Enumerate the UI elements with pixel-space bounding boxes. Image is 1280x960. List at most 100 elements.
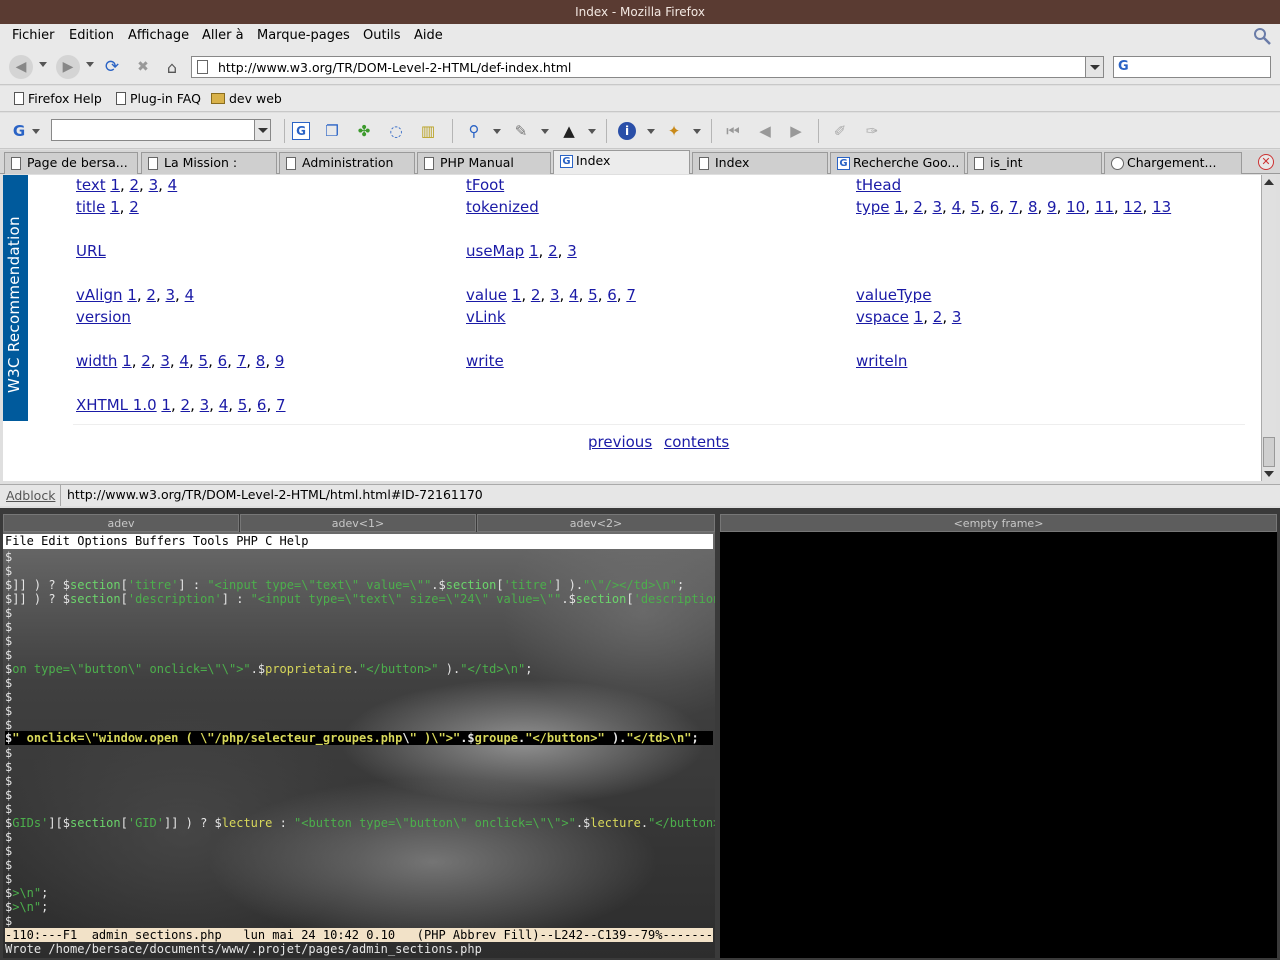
index-ref-link[interactable]: 2 [129,198,139,216]
index-ref-link[interactable]: 4 [219,396,229,414]
index-ref-link[interactable]: 1 [161,396,171,414]
index-term-link[interactable]: vspace [856,308,909,326]
index-ref-link[interactable]: 4 [569,286,579,304]
tab-index-active[interactable]: G Index [553,150,690,174]
terminal-tab-adev-2[interactable]: adev<2> [477,514,715,532]
index-term-link[interactable]: XHTML 1.0 [76,396,157,414]
index-ref-link[interactable]: 12 [1123,198,1142,216]
index-ref-link[interactable]: 5 [199,352,209,370]
index-ref-link[interactable]: 1 [894,198,904,216]
pen-icon[interactable]: ✐ [831,122,849,140]
back-history-dropdown[interactable] [39,62,47,67]
index-ref-link[interactable]: 1 [110,198,120,216]
adblock-button[interactable]: Adblock [6,488,55,503]
index-term-link[interactable]: title [76,198,105,216]
google-toolbar-search-input[interactable] [51,119,271,141]
previous-link[interactable]: previous [588,433,652,451]
clover-icon[interactable]: ✤ [355,122,373,140]
index-ref-link[interactable]: 1 [127,286,137,304]
index-ref-link[interactable]: 7 [626,286,636,304]
index-ref-link[interactable]: 11 [1095,198,1114,216]
home-icon[interactable]: ⌂ [160,55,184,79]
index-term-link[interactable]: writeln [856,352,907,370]
index-ref-link[interactable]: 3 [165,286,175,304]
index-ref-link[interactable]: 2 [548,242,558,260]
index-term-link[interactable]: valueType [856,286,931,304]
scrollbar-thumb[interactable] [1263,437,1275,467]
index-term-link[interactable]: tHead [856,176,901,194]
bookmark-firefox-help[interactable]: Firefox Help [14,91,102,106]
index-ref-link[interactable]: 1 [110,176,120,194]
menu-aller-a[interactable]: Aller à [202,28,244,43]
index-ref-link[interactable]: 2 [146,286,156,304]
index-term-link[interactable]: URL [76,242,106,260]
index-ref-link[interactable]: 4 [168,176,178,194]
index-term-link[interactable]: vLink [466,308,506,326]
open-folder-icon[interactable]: ✦ [665,122,683,140]
first-page-icon[interactable]: ⏮ [724,122,742,140]
index-ref-link[interactable]: 1 [122,352,132,370]
index-term-link[interactable]: width [76,352,117,370]
index-term-link[interactable]: version [76,308,131,326]
tab-page-de-bersace[interactable]: Page de bersa... [4,152,138,174]
index-ref-link[interactable]: 8 [1028,198,1038,216]
index-ref-link[interactable]: 4 [179,352,189,370]
tab-la-mission[interactable]: La Mission : [141,152,277,174]
tab-index[interactable]: Index [692,152,828,174]
cap-dropdown[interactable] [588,129,596,134]
index-ref-link[interactable]: 3 [550,286,560,304]
emacs-editor[interactable]: File Edit Options Buffers Tools PHP C He… [3,532,715,958]
terminal-tab-adev[interactable]: adev [3,514,239,532]
index-ref-link[interactable]: 3 [567,242,577,260]
index-ref-link[interactable]: 6 [257,396,267,414]
index-ref-link[interactable]: 5 [238,396,248,414]
index-ref-link[interactable]: 13 [1152,198,1171,216]
next-page-icon[interactable]: ▶ [787,122,805,140]
tab-recherche-google[interactable]: G Recherche Goo... [830,152,965,174]
index-ref-link[interactable]: 3 [200,396,210,414]
index-term-link[interactable]: useMap [466,242,524,260]
index-ref-link[interactable]: 7 [1009,198,1019,216]
google-search-icon[interactable]: G [1118,59,1129,74]
info-dropdown[interactable] [647,129,655,134]
index-ref-link[interactable]: 2 [129,176,139,194]
index-ref-link[interactable]: 8 [256,352,266,370]
index-term-link[interactable]: write [466,352,504,370]
index-ref-link[interactable]: 2 [933,308,943,326]
scroll-down-arrow-icon[interactable] [1264,471,1274,477]
index-term-link[interactable]: vAlign [76,286,123,304]
search-history-dropdown[interactable] [254,120,270,140]
highlighter-dropdown[interactable] [541,129,549,134]
index-term-link[interactable]: text [76,176,106,194]
stop-icon[interactable]: ✖ [131,55,155,79]
index-ref-link[interactable]: 9 [275,352,285,370]
terminal-tab-adev-1[interactable]: adev<1> [240,514,476,532]
tab-administration[interactable]: Administration [279,152,415,174]
index-ref-link[interactable]: 5 [588,286,598,304]
scroll-up-arrow-icon[interactable] [1264,179,1274,185]
menu-aide[interactable]: Aide [414,28,443,43]
menu-fichier[interactable]: Fichier [12,28,55,43]
index-ref-link[interactable]: 3 [952,308,962,326]
index-ref-link[interactable]: 2 [181,396,191,414]
google-search-icon[interactable]: G [292,122,310,140]
index-term-link[interactable]: value [466,286,507,304]
tab-is-int[interactable]: is_int [967,152,1102,174]
tab-php-manual[interactable]: PHP Manual [417,152,551,174]
bookmark-folder-dev-web[interactable]: dev web [211,91,282,106]
search-magnifier-icon[interactable]: ⚲ [465,122,483,140]
index-ref-link[interactable]: 4 [185,286,195,304]
graduation-cap-icon[interactable]: ▲ [560,122,578,140]
reload-icon[interactable]: ⟳ [100,55,124,79]
index-ref-link[interactable]: 1 [512,286,522,304]
speech-bubble-icon[interactable]: ◌ [387,122,405,140]
vertical-scrollbar[interactable] [1261,175,1276,481]
emacs-menu-bar[interactable]: File Edit Options Buffers Tools PHP C He… [3,534,713,549]
index-ref-link[interactable]: 1 [529,242,539,260]
index-ref-link[interactable]: 6 [990,198,1000,216]
index-ref-link[interactable]: 7 [237,352,247,370]
search-box[interactable]: G [1113,56,1271,78]
index-term-link[interactable]: type [856,198,890,216]
index-term-link[interactable]: tFoot [466,176,504,194]
index-ref-link[interactable]: 1 [914,308,924,326]
